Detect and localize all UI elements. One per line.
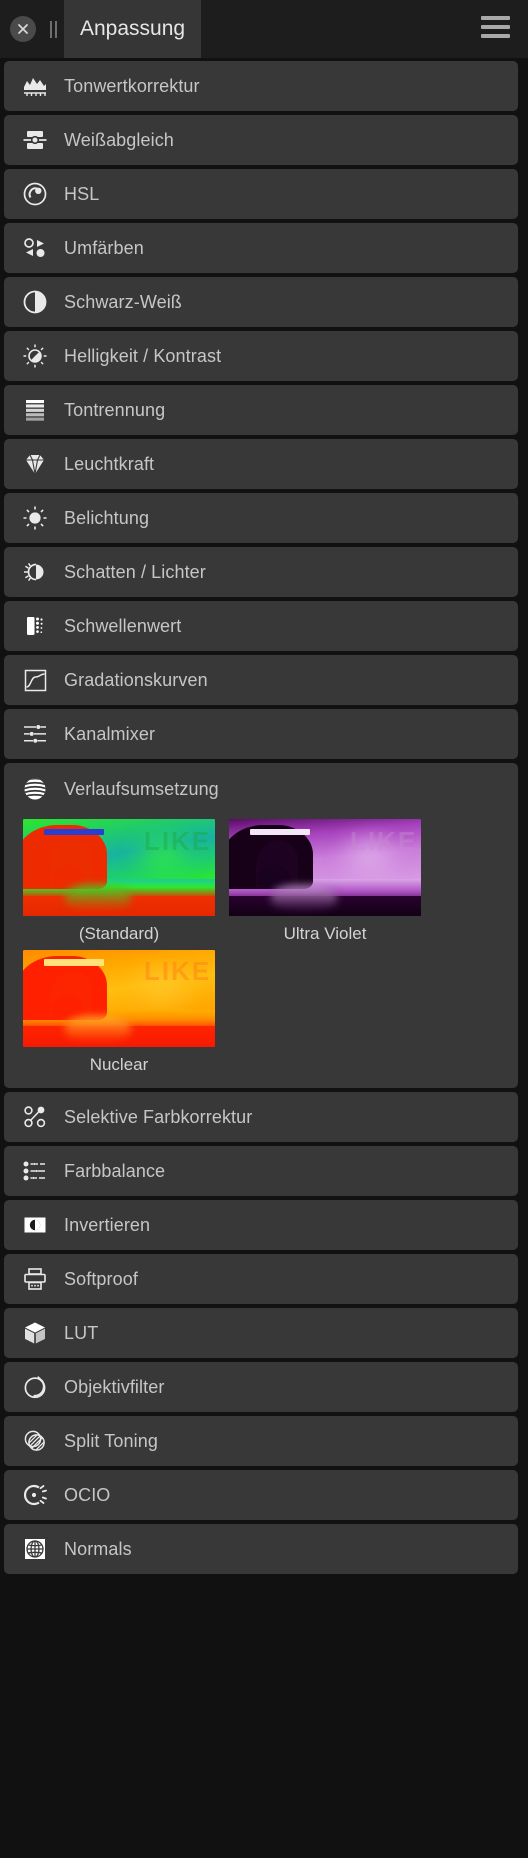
gradient-preset-label: Nuclear [89,1054,149,1074]
lut-cube-icon [12,1311,58,1355]
adjustment-item-schwellenwert[interactable]: Schwellenwert [4,601,518,651]
adjustment-item-label: Invertieren [64,1214,151,1235]
adjustment-item-label: Farbbalance [64,1160,166,1181]
normals-globe-icon [12,1527,58,1571]
tab-anpassung[interactable]: Anpassung [64,0,202,58]
hamburger-menu-icon[interactable] [481,16,510,38]
gradient-preset-thumbnail[interactable]: LIKE [23,819,215,916]
posterize-bands-icon [12,388,58,432]
lens-filter-icon [12,1365,58,1409]
verlaufsumsetzung-header[interactable]: Verlaufsumsetzung [4,763,518,815]
adjustment-item-leuchtkraft[interactable]: Leuchtkraft [4,439,518,489]
adjustment-item-tontrennung[interactable]: Tontrennung [4,385,518,435]
adjustment-item-weissabgleich[interactable]: Weißabgleich [4,115,518,165]
adjustment-item-label: Schatten / Lichter [64,561,206,582]
adjustment-item-label: Gradationskurven [64,669,208,690]
adjustment-item-schatten-lichter[interactable]: Schatten / Lichter [4,547,518,597]
adjustment-item-label: Verlaufsumsetzung [64,778,219,799]
adjustment-item-label: Helligkeit / Kontrast [64,345,222,366]
hsl-color-wheel-icon [12,172,58,216]
adjustment-item-normals[interactable]: Normals [4,1524,518,1575]
adjustment-item-label: Weißabgleich [64,129,174,150]
adjustment-item-schwarz-weiss[interactable]: Schwarz-Weiß [4,277,518,327]
adjustment-item-umfaerben[interactable]: Umfärben [4,223,518,273]
adjustment-item-label: Leuchtkraft [64,453,155,474]
adjustment-item-gradationskurven[interactable]: Gradationskurven [4,655,518,705]
adjustment-item-label: Tonwertkorrektur [64,75,200,96]
adjustment-item-invertieren[interactable]: Invertieren [4,1200,518,1251]
adjustment-item-farbbalance[interactable]: Farbbalance [4,1146,518,1197]
adjustment-item-label: HSL [64,183,100,204]
adjustment-item-verlaufsumsetzung[interactable]: Verlaufsumsetzung LIKE (Standard) LIKE U… [4,763,518,1089]
adjustment-list: Tonwertkorrektur Weißabgleich HSL Umfärb… [4,58,518,1575]
threshold-icon [12,604,58,648]
adjustment-item-label: Split Toning [64,1430,158,1451]
channel-mixer-sliders-icon [12,712,58,756]
color-balance-sliders-icon [12,1149,58,1193]
adjustment-item-label: Objektivfilter [64,1376,165,1397]
adjustment-item-kanalmixer[interactable]: Kanalmixer [4,709,518,759]
gradient-preset-thumbnail[interactable]: LIKE [23,949,215,1047]
adjustment-item-lut[interactable]: LUT [4,1308,518,1359]
adjustment-item-softproof[interactable]: Softproof [4,1254,518,1305]
adjustment-item-hsl[interactable]: HSL [4,169,518,219]
levels-histogram-icon [12,64,58,108]
exposure-sun-icon [12,496,58,540]
gradient-map-sphere-icon [12,767,58,811]
adjustment-item-label: Schwarz-Weiß [64,291,182,312]
gradient-preset-label: (Standard) [78,924,160,943]
adjustment-item-label: OCIO [64,1484,111,1505]
adjustment-item-label: Tontrennung [64,399,166,420]
recolor-icon [12,226,58,270]
adjustment-item-label: Selektive Farbkorrektur [64,1106,253,1127]
adjustment-panel-window: Anpassung Tonwertkorrektur Weißabgleich … [0,0,528,1858]
gradient-preset-ultra-violet[interactable]: LIKE Ultra Violet [229,819,421,944]
adjustment-item-label: Kanalmixer [64,723,156,744]
adjustment-item-helligkeit-kontrast[interactable]: Helligkeit / Kontrast [4,331,518,381]
panel-titlebar: Anpassung [0,0,528,58]
ocio-icon [12,1473,58,1517]
split-toning-icon [12,1419,58,1463]
adjustment-list-scroll-area[interactable]: Tonwertkorrektur Weißabgleich HSL Umfärb… [0,58,528,1858]
adjustment-item-label: Softproof [64,1268,138,1289]
drag-handle-icon[interactable] [48,20,59,38]
adjustment-item-label: Umfärben [64,237,144,258]
white-balance-icon [12,118,58,162]
gradient-preset-standard[interactable]: LIKE (Standard) [23,819,215,944]
adjustment-item-label: LUT [64,1322,99,1343]
brightness-contrast-sun-icon [12,334,58,378]
shadows-highlights-icon [12,550,58,594]
selective-color-icon [12,1095,58,1139]
adjustment-item-selektive-farbkorrektur[interactable]: Selektive Farbkorrektur [4,1092,518,1143]
adjustment-item-label: Schwellenwert [64,615,182,636]
adjustment-item-tonwertkorrektur[interactable]: Tonwertkorrektur [4,61,518,111]
gradient-preset-label: Ultra Violet [283,924,367,943]
black-and-white-circle-icon [12,280,58,324]
gradient-preset-thumbnail[interactable]: LIKE [229,819,421,916]
adjustment-item-objektivfilter[interactable]: Objektivfilter [4,1362,518,1413]
curves-icon [12,658,58,702]
adjustment-item-ocio[interactable]: OCIO [4,1470,518,1521]
adjustment-item-label: Belichtung [64,507,150,528]
adjustment-item-split-toning[interactable]: Split Toning [4,1416,518,1467]
adjustment-item-label: Normals [64,1538,132,1559]
adjustment-item-belichtung[interactable]: Belichtung [4,493,518,543]
vibrance-gem-icon [12,442,58,486]
titlebar-left-controls [0,0,59,58]
gradient-map-preset-grid: LIKE (Standard) LIKE Ultra Violet LIKE N… [4,815,518,1074]
printer-softproof-icon [12,1257,58,1301]
tab-label: Anpassung [80,17,186,40]
gradient-preset-nuclear[interactable]: LIKE Nuclear [23,949,215,1075]
close-circle-icon[interactable] [10,16,36,42]
invert-icon [12,1203,58,1247]
